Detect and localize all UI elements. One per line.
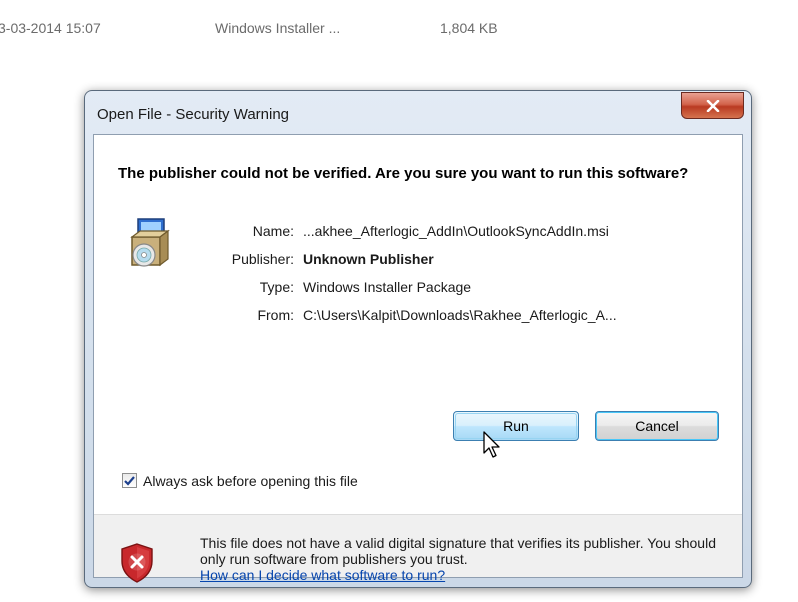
always-ask-label: Always ask before opening this file	[143, 473, 358, 489]
publisher-label: Publisher:	[231, 251, 294, 267]
file-type: Windows Installer ...	[215, 20, 341, 36]
file-size: 1,804 KB	[440, 20, 498, 36]
cancel-button-label: Cancel	[635, 418, 679, 434]
warning-footer: This file does not have a valid digital …	[94, 514, 742, 583]
close-button[interactable]	[681, 92, 744, 119]
checkmark-icon	[124, 475, 135, 486]
run-button-label: Run	[503, 418, 529, 434]
close-icon	[706, 99, 719, 112]
warning-headline: The publisher could not be verified. Are…	[118, 165, 689, 182]
installer-package-icon	[130, 218, 170, 267]
footer-text: This file does not have a valid digital …	[200, 535, 716, 567]
name-value: ...akhee_Afterlogic_AddIn\OutlookSyncAdd…	[303, 223, 609, 239]
type-value: Windows Installer Package	[303, 279, 472, 295]
dialog-title: Open File - Security Warning	[97, 106, 290, 123]
security-warning-dialog: Open File - Security Warning The publish…	[84, 90, 752, 588]
mouse-cursor-icon	[483, 431, 500, 458]
run-button[interactable]: Run	[453, 411, 579, 441]
type-label: Type:	[259, 279, 294, 295]
from-value: C:\Users\Kalpit\Downloads\Rakhee_Afterlo…	[303, 307, 617, 323]
cancel-button[interactable]: Cancel	[595, 411, 719, 441]
name-label: Name:	[252, 223, 294, 239]
file-date: 3-03-2014 15:07	[0, 20, 101, 36]
dialog-titlebar[interactable]: Open File - Security Warning	[85, 91, 751, 135]
from-label: From:	[257, 307, 294, 323]
publisher-value: Unknown Publisher	[303, 251, 434, 267]
dialog-content: The publisher could not be verified. Are…	[93, 134, 743, 583]
help-link[interactable]: How can I decide what software to run?	[200, 567, 445, 583]
security-shield-icon	[121, 543, 153, 583]
always-ask-checkbox[interactable]	[122, 473, 137, 488]
footer-message: This file does not have a valid digital …	[200, 535, 720, 583]
